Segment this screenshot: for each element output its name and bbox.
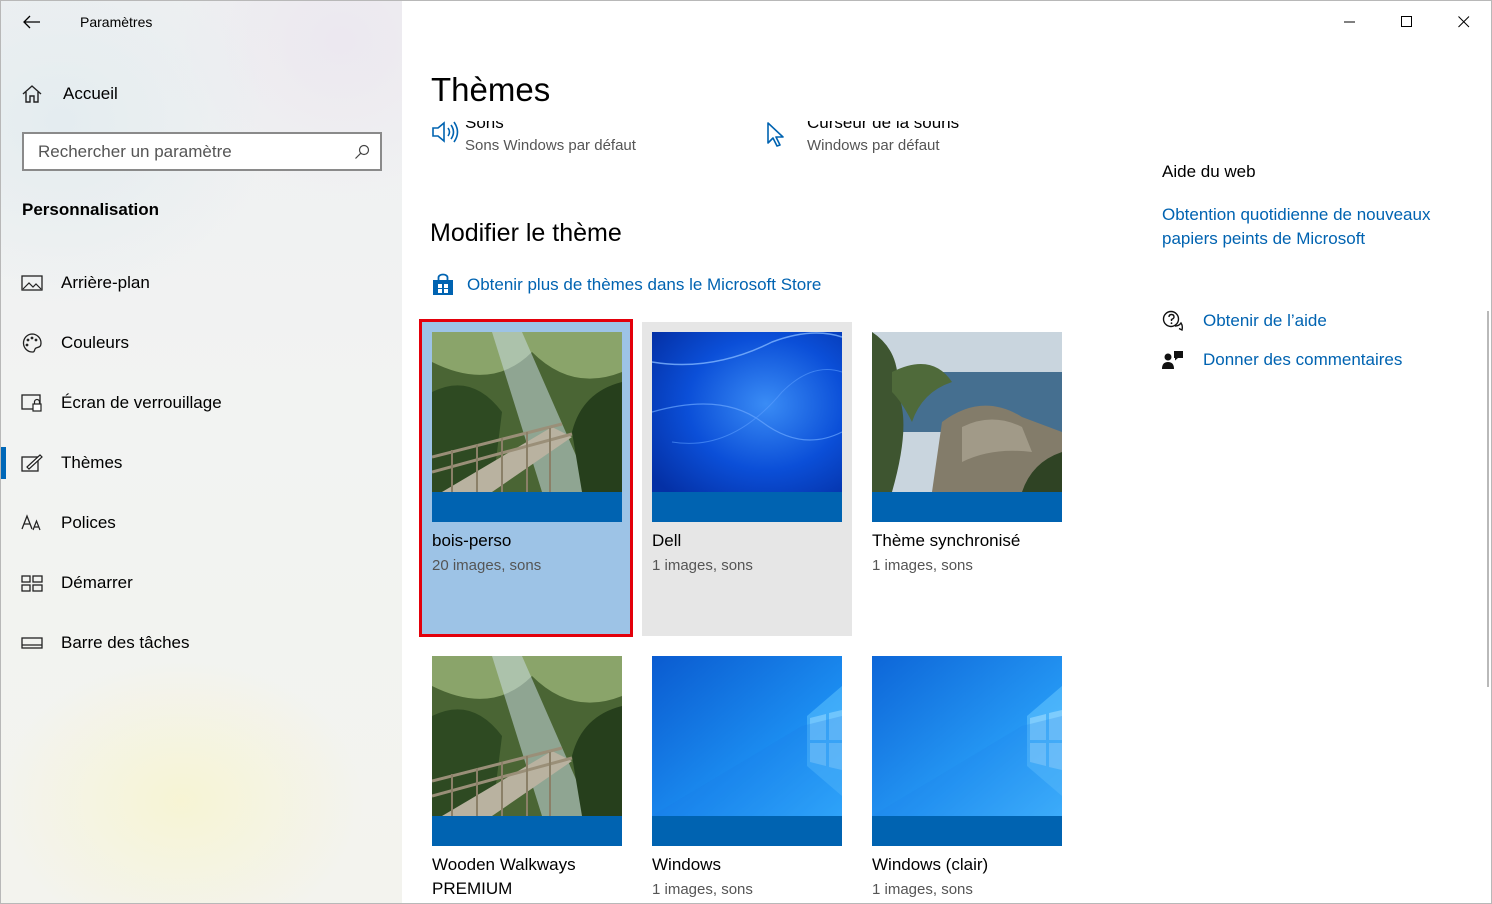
theme-tile-windows-light[interactable]: Windows (clair) 1 images, sons	[862, 646, 1072, 903]
search-input[interactable]: Rechercher un paramètre	[22, 132, 382, 171]
search-placeholder: Rechercher un paramètre	[38, 141, 232, 161]
theme-thumbnail	[652, 332, 842, 522]
lock-screen-icon	[21, 392, 43, 414]
sounds-subtitle: Sons Windows par défaut	[465, 137, 636, 154]
themes-icon	[21, 452, 43, 474]
close-button[interactable]	[1435, 1, 1491, 43]
theme-name-line2: PREMIUM	[432, 879, 513, 898]
page-title: Thèmes	[431, 71, 551, 108]
app-title: Paramètres	[80, 14, 153, 30]
get-help-label: Obtenir de l’aide	[1203, 311, 1327, 330]
theme-thumbnail	[432, 332, 622, 522]
sidebar-item-label: Démarrer	[61, 573, 133, 592]
sidebar-item-label: Écran de verrouillage	[61, 393, 222, 412]
theme-thumbnail	[652, 656, 842, 846]
theme-accent-bar	[432, 492, 622, 522]
settings-window: Paramètres Accueil Rechercher un paramèt…	[0, 0, 1492, 904]
home-icon	[22, 85, 42, 103]
maximize-icon	[1400, 16, 1412, 27]
theme-thumbnail	[432, 656, 622, 846]
theme-tile-windows[interactable]: Windows 1 images, sons	[642, 646, 852, 903]
sidebar-item-lock-screen[interactable]: Écran de verrouillage	[1, 381, 402, 425]
picture-icon	[21, 272, 43, 294]
palette-icon	[21, 332, 43, 354]
sidebar-item-start[interactable]: Démarrer	[1, 561, 402, 605]
theme-name: Wooden Walkways	[432, 855, 576, 874]
theme-accent-bar	[872, 492, 1062, 522]
theme-name: Windows	[652, 855, 721, 874]
microsoft-store-link[interactable]: Obtenir plus de thèmes dans le Microsoft…	[431, 273, 821, 297]
cursor-subtitle: Windows par défaut	[807, 137, 940, 154]
sidebar-item-label: Arrière-plan	[61, 273, 150, 292]
minimize-icon	[1343, 21, 1355, 23]
cursor-title: Curseur de la souris	[807, 113, 960, 132]
help-chat-icon	[1162, 310, 1184, 332]
maximize-button[interactable]	[1378, 1, 1435, 43]
taskbar-icon	[21, 632, 43, 654]
theme-meta: 1 images, sons	[652, 881, 753, 898]
feedback-icon	[1162, 351, 1183, 369]
sidebar-item-label: Barre des tâches	[61, 633, 190, 652]
fonts-icon	[21, 512, 43, 534]
theme-accent-bar	[652, 492, 842, 522]
theme-meta: 1 images, sons	[872, 881, 973, 898]
theme-tile-bois-perso[interactable]: bois-perso 20 images, sons	[422, 322, 632, 636]
sidebar-item-fonts[interactable]: Polices	[1, 501, 402, 545]
mouse-cursor-setting[interactable]: Curseur de la souris Windows par défaut	[765, 113, 960, 154]
sidebar-item-themes[interactable]: Thèmes	[1, 441, 402, 485]
speaker-icon	[431, 121, 465, 150]
sidebar-item-home[interactable]: Accueil	[21, 81, 118, 107]
theme-thumbnail	[872, 332, 1062, 522]
sidebar-item-label: Couleurs	[61, 333, 130, 352]
section-title: Personnalisation	[22, 200, 159, 219]
theme-accent-bar	[652, 816, 842, 846]
theme-tile-dell[interactable]: Dell 1 images, sons	[642, 322, 852, 636]
theme-thumbnail	[872, 656, 1062, 846]
daily-wallpapers-link-line1: Obtention quotidienne de nouveaux	[1162, 205, 1431, 224]
change-theme-heading: Modifier le thème	[430, 219, 622, 247]
theme-accent-bar	[432, 816, 622, 846]
main-content: Thèmes Sons Sons Windows par défaut Curs…	[402, 1, 1491, 903]
get-help-link[interactable]: Obtenir de l’aide	[1162, 310, 1327, 332]
close-icon	[1457, 16, 1469, 28]
daily-wallpapers-link[interactable]: Obtention quotidienne de nouveaux papier…	[1162, 203, 1430, 251]
feedback-label: Donner des commentaires	[1203, 350, 1403, 369]
sounds-title: Sons	[465, 113, 504, 132]
theme-name: Windows (clair)	[872, 855, 989, 874]
sidebar-item-colors[interactable]: Couleurs	[1, 321, 402, 365]
sidebar-item-label: Polices	[61, 513, 116, 532]
search-icon	[355, 144, 370, 159]
web-help-title: Aide du web	[1162, 162, 1256, 181]
scrollbar[interactable]	[1487, 311, 1489, 687]
store-bag-icon	[433, 273, 453, 295]
cursor-icon	[765, 121, 807, 152]
sounds-setting[interactable]: Sons Sons Windows par défaut	[431, 113, 636, 154]
feedback-link[interactable]: Donner des commentaires	[1162, 349, 1402, 371]
sidebar-item-taskbar[interactable]: Barre des tâches	[1, 621, 402, 665]
theme-name: Thème synchronisé	[872, 531, 1021, 550]
sidebar: Paramètres Accueil Rechercher un paramèt…	[1, 1, 402, 903]
theme-accent-bar	[872, 816, 1062, 846]
store-link-label: Obtenir plus de thèmes dans le Microsoft…	[467, 275, 822, 294]
theme-meta: 1 images, sons	[872, 557, 973, 574]
theme-meta: 1 images, sons	[652, 557, 753, 574]
theme-tile-synced[interactable]: Thème synchronisé 1 images, sons	[862, 322, 1072, 636]
theme-tile-wooden-walkways[interactable]: Wooden Walkways PREMIUM	[422, 646, 632, 903]
sidebar-item-background[interactable]: Arrière-plan	[1, 261, 402, 305]
theme-name: bois-perso	[432, 531, 512, 550]
home-label: Accueil	[63, 84, 118, 103]
minimize-button[interactable]	[1321, 1, 1378, 43]
back-arrow-icon	[23, 15, 40, 29]
back-button[interactable]	[17, 9, 47, 35]
sidebar-item-label: Thèmes	[61, 453, 123, 472]
theme-meta: 20 images, sons	[432, 557, 542, 574]
theme-name: Dell	[652, 531, 682, 550]
daily-wallpapers-link-line2: papiers peints de Microsoft	[1162, 229, 1366, 248]
start-icon	[21, 572, 43, 594]
